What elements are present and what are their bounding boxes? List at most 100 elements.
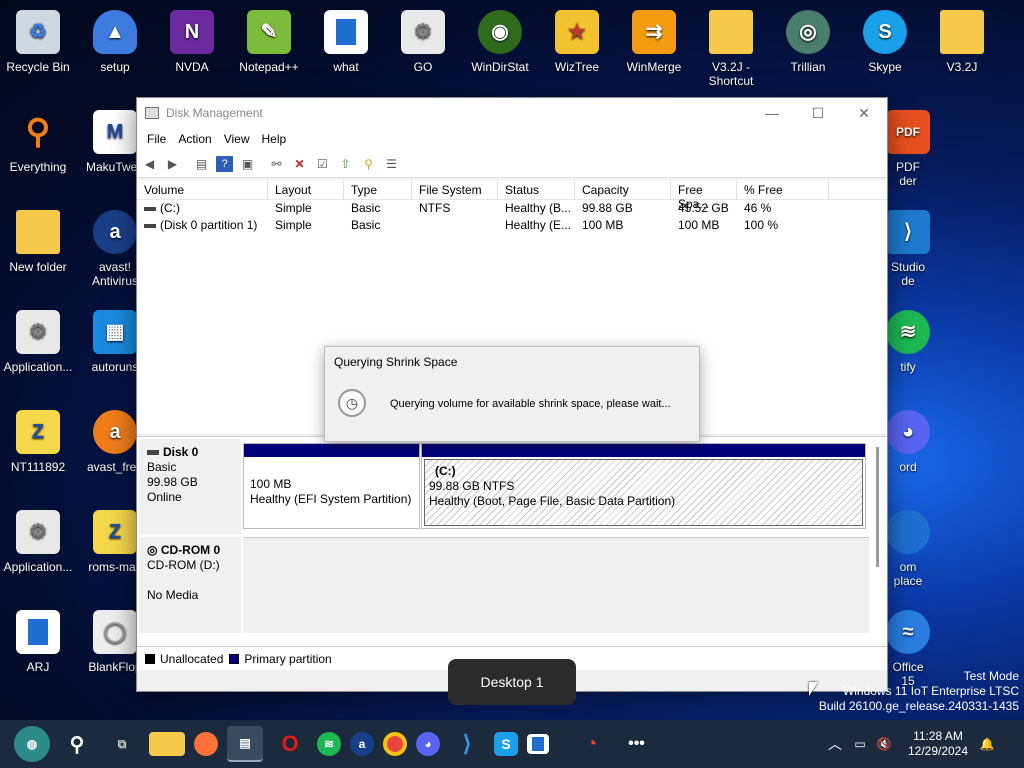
- show-hide-icon[interactable]: ▤: [193, 156, 210, 172]
- spotify-icon: ≋: [886, 310, 930, 354]
- col-volume[interactable]: Volume: [137, 180, 268, 199]
- col-file-system[interactable]: File System: [412, 180, 498, 199]
- time: 11:28 AM: [913, 729, 963, 743]
- gears-icon: ⚙: [16, 310, 60, 354]
- forward-icon[interactable]: ▶: [164, 156, 181, 172]
- desktop-icon-nt111892[interactable]: Z NT111892: [0, 410, 76, 474]
- more-icon[interactable]: •••: [619, 726, 655, 762]
- chevron-up-icon[interactable]: ︿: [822, 734, 848, 754]
- c-partition[interactable]: (C:) 99.88 GB NTFS Healthy (Boot, Page F…: [421, 443, 866, 529]
- app-taskbar-icon[interactable]: [527, 734, 549, 754]
- start-button[interactable]: ◍: [14, 726, 50, 762]
- cell-type: Basic: [351, 201, 381, 215]
- cell-file-system: [412, 217, 498, 234]
- maximize-button[interactable]: ☐: [795, 100, 841, 126]
- folder-icon: [709, 10, 753, 54]
- mute-icon[interactable]: 🔇: [872, 737, 896, 751]
- app-icon: [886, 510, 930, 554]
- cd-icon: ◎: [147, 543, 158, 557]
- vscode-icon: ⟩: [886, 210, 930, 254]
- desktop-icon-windirstat[interactable]: ◉ WinDirStat: [462, 10, 538, 74]
- table-row[interactable]: (C:) Simple Basic NTFS Healthy (B... 99.…: [137, 200, 887, 217]
- back-icon[interactable]: ◀: [141, 156, 158, 172]
- desktop-icon-new-folder[interactable]: New folder: [0, 210, 76, 274]
- ccleaner-icon[interactable]: ◔: [574, 726, 610, 762]
- desktop-icon-setup[interactable]: ▲ setup: [77, 10, 153, 74]
- desktop-icon-v32j-shortcut[interactable]: V3.2J - Shortcut: [693, 10, 769, 88]
- trillian-icon: ◎: [786, 10, 830, 54]
- disk-management-taskbar-icon[interactable]: ▤: [227, 726, 263, 762]
- efi-partition[interactable]: 100 MB Healthy (EFI System Partition): [243, 443, 420, 529]
- check-icon[interactable]: ☑: [314, 156, 331, 172]
- properties-icon[interactable]: ▣: [239, 156, 256, 172]
- desktop-icon-v32j[interactable]: V3.2J: [924, 10, 1000, 74]
- test-mode-watermark: Test Mode Windows 11 IoT Enterprise LTSC…: [818, 669, 1019, 713]
- window-title: Disk Management: [166, 106, 263, 120]
- system-tray: ︿ ▭ 🔇 11:28 AM 12/29/2024 🔔: [822, 720, 998, 768]
- desktop-icon-notepadpp[interactable]: ✎ Notepad++: [231, 10, 307, 74]
- desktop-icon-nvda[interactable]: N NVDA: [154, 10, 230, 74]
- disk0-label[interactable]: Disk 0 Basic 99.98 GB Online: [139, 439, 241, 534]
- task-view-icon[interactable]: ⧉: [104, 726, 140, 762]
- list-icon[interactable]: ☰: [383, 156, 400, 172]
- col-layout[interactable]: Layout: [268, 180, 344, 199]
- everything-icon: ⚲: [25, 113, 51, 151]
- close-button[interactable]: ✕: [841, 100, 887, 126]
- title-bar[interactable]: Disk Management — ☐ ✕: [137, 98, 887, 128]
- col-percent-free[interactable]: % Free: [737, 180, 829, 199]
- cell-percent-free: 100 %: [744, 218, 779, 232]
- toolbar: ◀ ▶ ▤ ? ▣ ⚯ ✕ ☑ ⇧ ⚲ ☰: [137, 150, 887, 178]
- col-status[interactable]: Status: [498, 180, 575, 199]
- connect-icon[interactable]: ⚯: [268, 156, 285, 172]
- desktop-icon-application-1[interactable]: ⚙ Application...: [0, 310, 76, 374]
- menu-bar: File Action View Help: [137, 128, 887, 150]
- menu-file[interactable]: File: [141, 132, 172, 146]
- disk-graphical-view: Disk 0 Basic 99.98 GB Online 100 MB Heal…: [137, 436, 887, 646]
- desktop-icon-what[interactable]: what: [308, 10, 384, 74]
- desktop-icon-wiztree[interactable]: ★ WizTree: [539, 10, 615, 74]
- spotify-taskbar-icon[interactable]: ≋: [317, 732, 341, 756]
- avast-taskbar-icon[interactable]: a: [350, 732, 374, 756]
- skype-taskbar-icon[interactable]: S: [494, 732, 518, 756]
- desktop-icon-recycle-bin[interactable]: ♻ Recycle Bin: [0, 10, 76, 74]
- search-icon[interactable]: ⚲: [59, 726, 95, 762]
- desktop-icon-go[interactable]: ⚙ GO: [385, 10, 461, 74]
- cdrom0-label[interactable]: ◎ CD-ROM 0 CD-ROM (D:) No Media: [139, 537, 241, 633]
- volume-name: (C:): [160, 201, 180, 215]
- scrollbar[interactable]: [876, 447, 879, 567]
- col-capacity[interactable]: Capacity: [575, 180, 671, 199]
- discord-taskbar-icon[interactable]: ◕: [416, 732, 440, 756]
- vscode-taskbar-icon[interactable]: ⟩: [449, 726, 485, 762]
- opera-icon[interactable]: O: [272, 726, 308, 762]
- desktop-icon-trillian[interactable]: ◎ Trillian: [770, 10, 846, 74]
- clock-icon: ◷: [338, 389, 366, 417]
- help-icon[interactable]: ?: [216, 155, 233, 172]
- desktop-icon-arj[interactable]: ARJ: [0, 610, 76, 674]
- col-type[interactable]: Type: [344, 180, 412, 199]
- clock[interactable]: 11:28 AM 12/29/2024: [900, 729, 976, 759]
- menu-help[interactable]: Help: [256, 132, 293, 146]
- chrome-icon[interactable]: [383, 732, 407, 756]
- file-explorer-icon[interactable]: [149, 732, 185, 756]
- delete-icon[interactable]: ✕: [291, 156, 308, 172]
- col-free-space[interactable]: Free Spa...: [671, 180, 737, 211]
- desktop-icon-winmerge[interactable]: ⇉ WinMerge: [616, 10, 692, 74]
- display-icon[interactable]: ▭: [848, 737, 872, 751]
- querying-shrink-dialog: Querying Shrink Space ◷ Querying volume …: [324, 346, 700, 442]
- legend-unallocated: Unallocated: [160, 651, 224, 666]
- desktop-icon-everything[interactable]: ⚲ Everything: [0, 110, 76, 174]
- setup-icon: ▲: [93, 10, 137, 54]
- autoruns-icon: ▦: [93, 310, 137, 354]
- menu-action[interactable]: Action: [172, 132, 217, 146]
- firefox-icon[interactable]: [194, 732, 218, 756]
- search-icon[interactable]: ⚲: [360, 156, 377, 172]
- desktop-icon-skype[interactable]: S Skype: [847, 10, 923, 74]
- menu-view[interactable]: View: [218, 132, 256, 146]
- table-row[interactable]: (Disk 0 partition 1) Simple Basic Health…: [137, 217, 887, 234]
- minimize-button[interactable]: —: [749, 100, 795, 126]
- avast-icon: a: [93, 210, 137, 254]
- desktop-icon-application-2[interactable]: ⚙ Application...: [0, 510, 76, 574]
- export-icon[interactable]: ⇧: [337, 156, 354, 172]
- notification-bell-icon[interactable]: 🔔: [976, 737, 998, 751]
- cell-capacity: 99.88 GB: [582, 201, 633, 215]
